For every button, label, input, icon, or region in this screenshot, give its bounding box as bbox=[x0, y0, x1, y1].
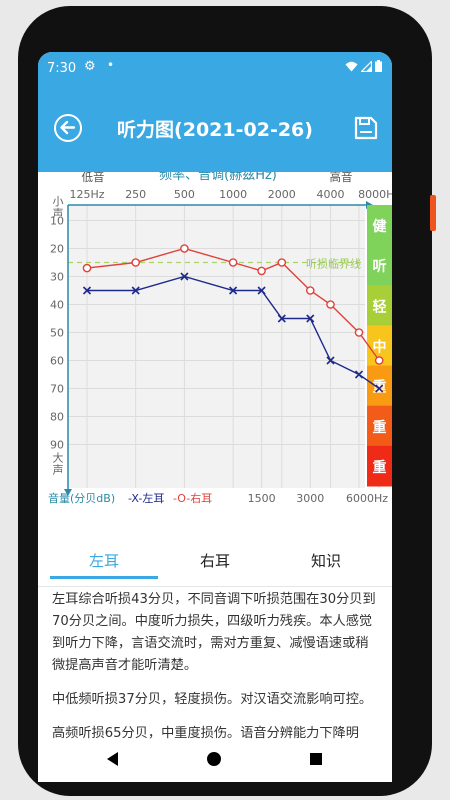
page-title: 听力图(2021-02-26) bbox=[117, 119, 313, 141]
x-tick-label: 4000 bbox=[317, 188, 345, 201]
x-tick-label: 250 bbox=[125, 188, 146, 201]
severity-bar: 健听轻中重重重 bbox=[367, 205, 392, 487]
severity-label: 轻 bbox=[373, 298, 387, 315]
threshold-label: 听损临界线 bbox=[306, 257, 361, 271]
nav-back-icon[interactable] bbox=[107, 752, 118, 766]
y-tick-label: 80 bbox=[50, 411, 64, 424]
battery-icon bbox=[375, 60, 382, 72]
side-button bbox=[430, 195, 436, 231]
gear-icon: ⚙ bbox=[84, 59, 96, 74]
right-ear-point bbox=[180, 244, 189, 253]
x-tick-label: 2000 bbox=[268, 188, 296, 201]
low-freq-paragraph: 中低频听损37分贝，轻度损伤。对汉语交流影响可控。 bbox=[52, 692, 373, 707]
right-ear-point bbox=[277, 258, 287, 267]
y-axis-label: 音量(分贝dB) bbox=[48, 491, 115, 505]
android-nav-bar bbox=[38, 730, 392, 790]
ear-tabs: 左耳 右耳 知识 bbox=[38, 550, 392, 588]
status-bar: 7:30 ⚙ • bbox=[38, 52, 392, 86]
right-ear-point bbox=[326, 300, 335, 309]
x-tick-label: 1000 bbox=[219, 188, 247, 201]
severity-label: 听 bbox=[373, 258, 387, 275]
chart-title: 频率、音调(赫兹Hz) bbox=[159, 172, 277, 183]
audiogram-svg: 低音 频率、音调(赫兹Hz) 高音 听损临界线 125Hz 250 500 1000 2… bbox=[48, 167, 392, 505]
nav-home-icon[interactable] bbox=[207, 752, 221, 766]
wifi-icon bbox=[345, 61, 358, 71]
y-top-label: 声 bbox=[53, 206, 64, 220]
save-icon[interactable] bbox=[354, 116, 378, 144]
summary-paragraph: 左耳综合听损43分贝，不同音调下听损范围在30分贝到70分贝之间。中度听力损失，… bbox=[52, 592, 376, 673]
x-tick-label: 500 bbox=[174, 188, 195, 201]
tab-indicator bbox=[50, 576, 158, 579]
x-tick-label-bottom: 3000 bbox=[296, 492, 324, 505]
right-ear-point bbox=[82, 263, 92, 273]
screen: 7:30 ⚙ • 听力图(2021-02-26) 低音 频率、音调(赫兹Hz) … bbox=[38, 52, 392, 782]
severity-label: 重 bbox=[373, 419, 387, 436]
severity-label: 重 bbox=[373, 459, 387, 476]
phone-frame: 7:30 ⚙ • 听力图(2021-02-26) 低音 频率、音调(赫兹Hz) … bbox=[0, 0, 450, 800]
high-freq-label: 高音 bbox=[330, 172, 353, 184]
y-tick-label: 40 bbox=[50, 299, 64, 312]
tab-divider bbox=[38, 586, 392, 587]
signal-icon bbox=[361, 60, 372, 72]
y-tick-label: 90 bbox=[50, 439, 64, 452]
audiogram-chart: 低音 频率、音调(赫兹Hz) 高音 听损临界线 125Hz 250 500 1000 2… bbox=[38, 167, 392, 554]
chart-legend: 音量(分贝dB) -X-左耳 -O-右耳 bbox=[48, 491, 212, 505]
chart-grid: 听损临界线 bbox=[68, 205, 380, 488]
y-tick-label: 50 bbox=[50, 327, 64, 340]
right-ear-point bbox=[305, 286, 315, 295]
y-tick-label: 20 bbox=[50, 243, 64, 256]
x-tick-label: 125Hz bbox=[69, 188, 104, 201]
tab-knowledge[interactable]: 知识 bbox=[272, 550, 380, 586]
severity-label: 健 bbox=[373, 218, 387, 235]
status-time: 7:30 bbox=[47, 61, 77, 76]
y-tick-label: 30 bbox=[50, 271, 64, 284]
nav-recents-icon[interactable] bbox=[310, 753, 322, 765]
plot-background bbox=[68, 205, 365, 488]
right-ear-point bbox=[354, 328, 364, 337]
low-freq-label: 低音 bbox=[82, 172, 105, 184]
tab-left-ear[interactable]: 左耳 bbox=[50, 550, 158, 586]
right-ear-point bbox=[131, 258, 140, 267]
system-icons bbox=[345, 60, 382, 72]
right-ear-point bbox=[228, 258, 238, 267]
legend-right-ear: -O-右耳 bbox=[173, 491, 212, 505]
legend-left-ear: -X-左耳 bbox=[128, 492, 164, 505]
y-tick-label: 60 bbox=[50, 355, 64, 368]
x-tick-label: 8000Hz bbox=[358, 188, 392, 201]
right-ear-point bbox=[257, 266, 266, 276]
right-ear-point bbox=[374, 356, 384, 365]
x-tick-label-bottom: 1500 bbox=[248, 492, 276, 505]
y-bottom-label: 大 bbox=[53, 451, 64, 465]
x-tick-label-bottom: 6000Hz bbox=[346, 492, 388, 505]
app-bar: 听力图(2021-02-26) bbox=[38, 86, 392, 172]
y-bottom-label: 声 bbox=[53, 463, 64, 477]
dot-icon: • bbox=[107, 58, 115, 72]
tab-right-ear[interactable]: 右耳 bbox=[158, 550, 272, 586]
y-tick-label: 70 bbox=[50, 383, 64, 396]
